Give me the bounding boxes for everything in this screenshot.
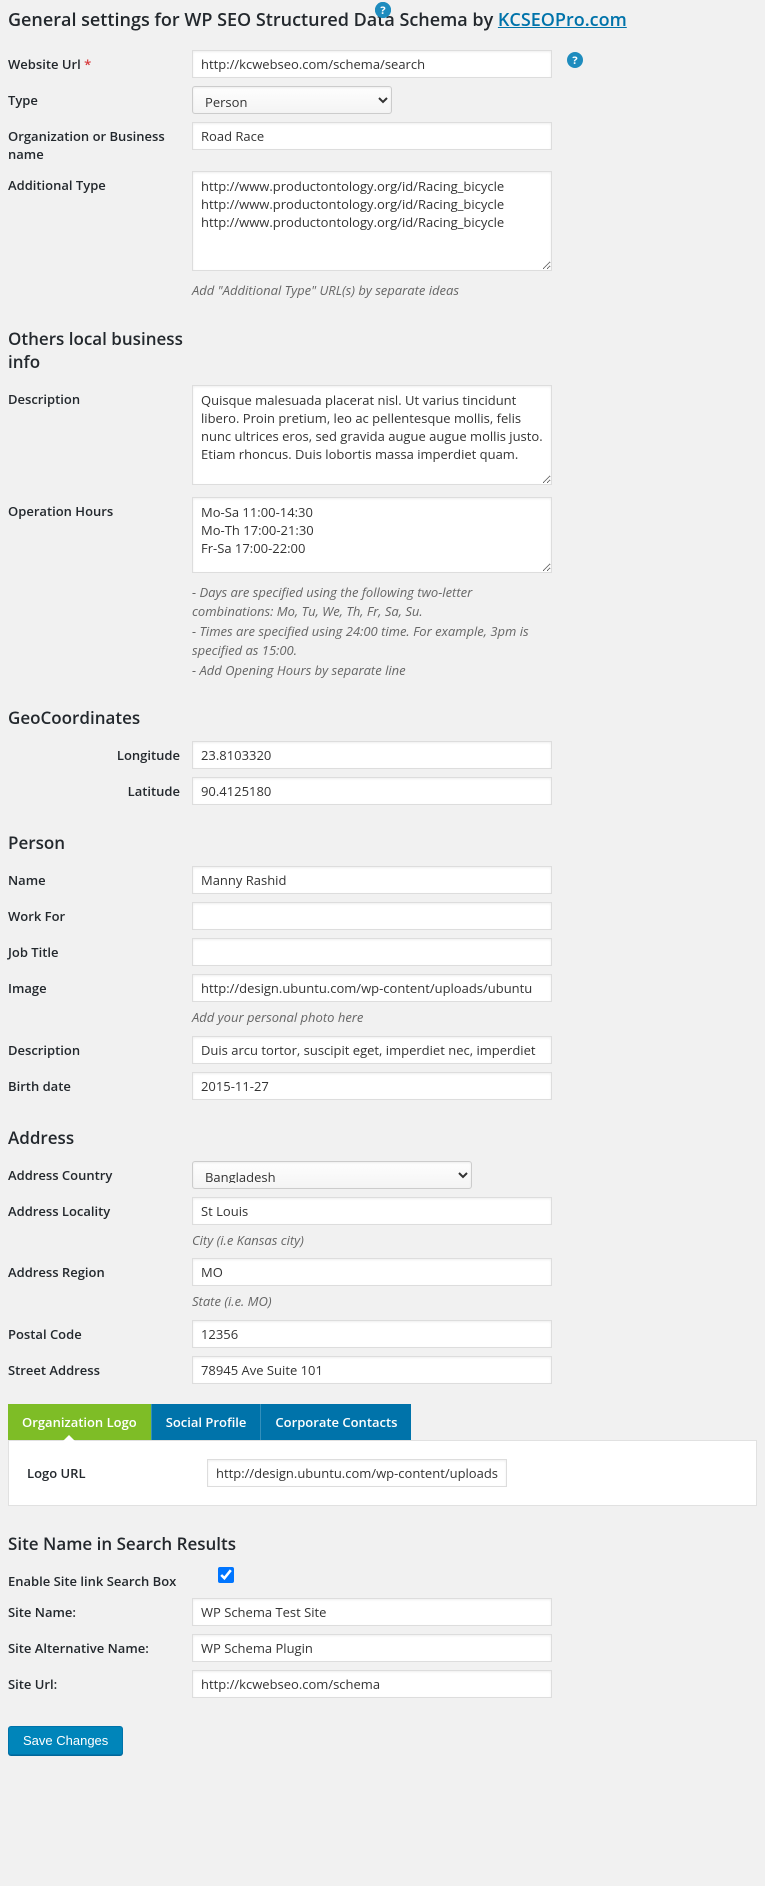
operation-hours-textarea[interactable]: Mo-Sa 11:00-14:30 Mo-Th 17:00-21:30 Fr-S… — [192, 497, 552, 573]
hint-op-1: - Days are specified using the following… — [192, 583, 552, 622]
section-address: Address — [8, 1126, 757, 1149]
hint-op-2: - Times are specified using 24:00 time. … — [192, 622, 552, 661]
label-description: Description — [8, 385, 192, 408]
section-person: Person — [8, 831, 757, 854]
logo-url-input[interactable] — [207, 1459, 507, 1487]
help-icon[interactable]: ? — [375, 2, 391, 18]
tab-corporate-contacts[interactable]: Corporate Contacts — [260, 1404, 411, 1440]
label-work-for: Work For — [8, 902, 192, 925]
label-longitude: Longitude — [8, 741, 192, 764]
hint-op-3: - Add Opening Hours by separate line — [192, 661, 552, 681]
birth-date-input[interactable] — [192, 1072, 552, 1100]
label-name: Name — [8, 866, 192, 889]
label-website-url: Website Url — [8, 55, 81, 73]
label-addr-locality: Address Locality — [8, 1197, 192, 1220]
addr-region-input[interactable] — [192, 1258, 552, 1286]
label-birth-date: Birth date — [8, 1072, 192, 1095]
label-addr-country: Address Country — [8, 1161, 192, 1184]
tab-panel: Logo URL — [8, 1440, 757, 1506]
postal-code-input[interactable] — [192, 1320, 552, 1348]
description-textarea[interactable]: Quisque malesuada placerat nisl. Ut vari… — [192, 385, 552, 485]
section-sitename: Site Name in Search Results — [8, 1532, 757, 1555]
street-input[interactable] — [192, 1356, 552, 1384]
save-button[interactable]: Save Changes — [8, 1726, 123, 1755]
enable-sitelink-checkbox[interactable] — [218, 1567, 234, 1583]
label-logo-url: Logo URL — [27, 1464, 207, 1482]
type-select[interactable]: Person — [192, 86, 392, 114]
name-input[interactable] — [192, 866, 552, 894]
section-geo: GeoCoordinates — [8, 706, 757, 729]
tab-organization-logo[interactable]: Organization Logo — [8, 1404, 151, 1440]
kcseopro-link[interactable]: KCSEOPro.com — [498, 8, 627, 32]
image-input[interactable] — [192, 974, 552, 1002]
label-enable-sitelink: Enable Site link Search Box — [8, 1567, 218, 1590]
site-alt-input[interactable] — [192, 1634, 552, 1662]
help-icon[interactable]: ? — [567, 52, 583, 68]
person-description-input[interactable] — [192, 1036, 552, 1064]
label-site-url: Site Url: — [8, 1670, 192, 1693]
label-street: Street Address — [8, 1356, 192, 1379]
org-name-input[interactable] — [192, 122, 552, 150]
website-url-input[interactable] — [192, 50, 552, 78]
site-name-input[interactable] — [192, 1598, 552, 1626]
section-others-local: Others local business info — [8, 327, 208, 373]
hint-locality: City (i.e Kansas city) — [192, 1231, 552, 1251]
label-site-alt: Site Alternative Name: — [8, 1634, 192, 1657]
latitude-input[interactable] — [192, 777, 552, 805]
addr-locality-input[interactable] — [192, 1197, 552, 1225]
job-title-input[interactable] — [192, 938, 552, 966]
addr-country-select[interactable]: Bangladesh — [192, 1161, 472, 1189]
site-url-input[interactable] — [192, 1670, 552, 1698]
label-description-person: Description — [8, 1036, 192, 1059]
label-image: Image — [8, 974, 192, 997]
label-additional-type: Additional Type — [8, 171, 192, 194]
label-latitude: Latitude — [8, 777, 192, 800]
hint-additional-type: Add "Additional Type" URL(s) by separate… — [192, 281, 552, 301]
tab-bar: Organization Logo Social Profile Corpora… — [8, 1404, 757, 1440]
label-operation-hours: Operation Hours — [8, 497, 192, 520]
label-addr-region: Address Region — [8, 1258, 192, 1281]
label-type: Type — [8, 86, 192, 109]
label-org-name: Organization or Business name — [8, 122, 192, 163]
required-marker: * — [84, 55, 91, 73]
tab-social-profile[interactable]: Social Profile — [151, 1404, 261, 1440]
work-for-input[interactable] — [192, 902, 552, 930]
hint-region: State (i.e. MO) — [192, 1292, 552, 1312]
label-site-name: Site Name: — [8, 1598, 192, 1621]
label-job-title: Job Title — [8, 938, 192, 961]
label-postal-code: Postal Code — [8, 1320, 192, 1343]
longitude-input[interactable] — [192, 741, 552, 769]
hint-image: Add your personal photo here — [192, 1008, 552, 1028]
additional-type-textarea[interactable]: http://www.productontology.org/id/Racing… — [192, 171, 552, 271]
